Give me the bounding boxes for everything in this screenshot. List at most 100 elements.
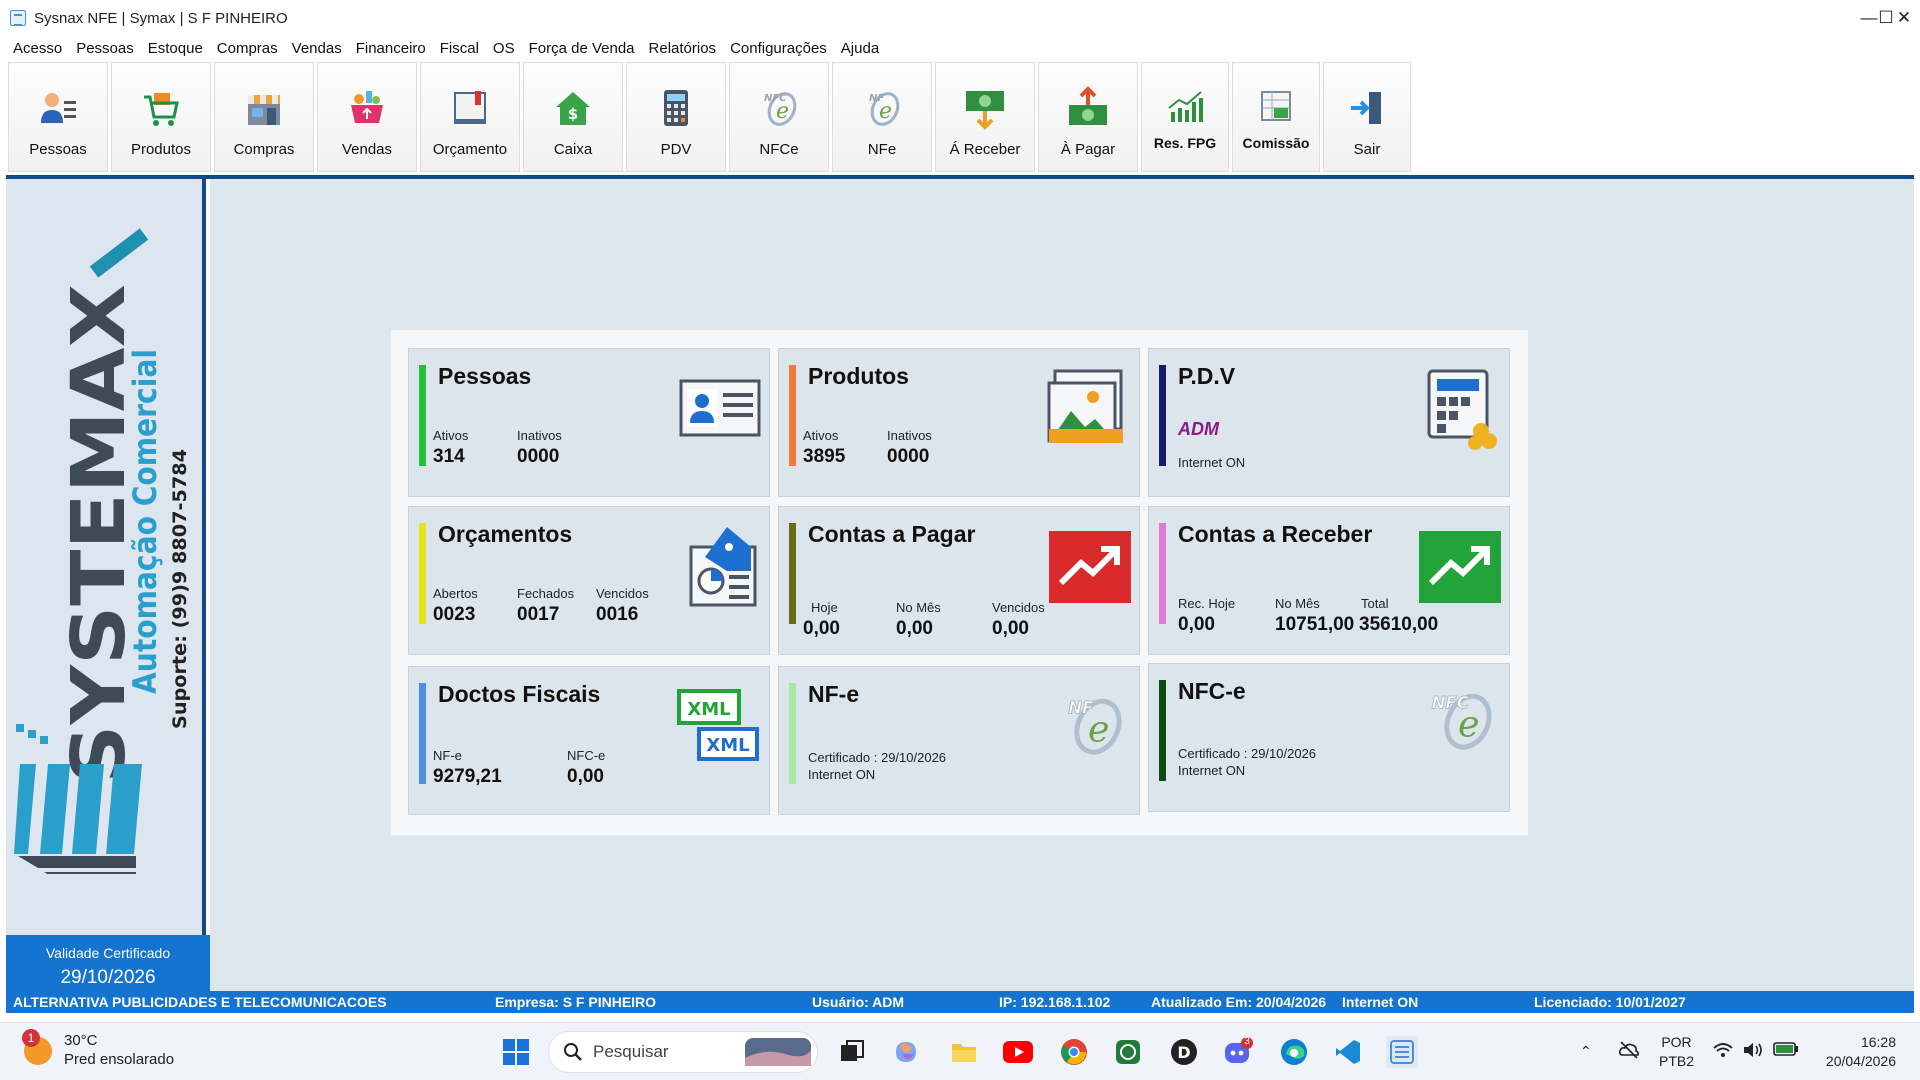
document-chart-icon [689,527,757,607]
toolbar-compras-label: Compras [233,141,295,158]
close-icon[interactable]: ✕ [1888,0,1920,36]
card-pessoas[interactable]: Pessoas Ativos 314 Inativos 0000 [408,348,770,497]
toolbar-comissao-button[interactable]: Comissão [1232,62,1320,172]
menu-financeiro[interactable]: Financeiro [349,40,433,57]
stat-label: Inativos [887,428,932,443]
card-contas-a-receber[interactable]: Contas a Receber Rec. Hoje 0,00 No Mês 1… [1148,506,1510,655]
stat-label: Ativos [433,428,469,443]
xml-files-icon: XML XML [677,689,759,761]
stat-label: NFC-e [567,748,606,763]
chrome-icon[interactable] [1058,1036,1090,1068]
menu-acesso[interactable]: Acesso [6,40,69,57]
stat-value: 0,00 [896,618,933,639]
toolbar-orcamento-label: Orçamento [432,141,508,158]
certificate-label: Validade Certificado [45,945,171,961]
discord-icon[interactable]: 3 [1222,1036,1254,1068]
weather-badge: 1 [22,1029,40,1047]
battery-icon[interactable] [1773,1042,1799,1059]
menu-forca-de-venda[interactable]: Força de Venda [522,40,642,57]
stat-label: Abertos [433,586,478,601]
task-view-icon[interactable] [836,1036,868,1068]
weather-widget[interactable]: 1 30°C Pred ensolarado [22,1029,175,1069]
taskbar-search-box[interactable]: Pesquisar [548,1031,818,1073]
stat-label: Total [1361,596,1389,611]
status-empresa: Empresa: S F PINHEIRO [495,994,657,1010]
card-title: Pessoas [438,363,532,389]
logo-support-text: Suporte: (99)9 8807-5784 [169,449,191,729]
clock[interactable]: 16:28 20/04/2026 [1816,1033,1896,1071]
menu-ajuda[interactable]: Ajuda [834,40,886,57]
toolbar-compras-button[interactable]: Compras [214,62,314,172]
menu-fiscal[interactable]: Fiscal [433,40,486,57]
card-nfce[interactable]: NFC-e Certificado : 29/10/2026 Internet … [1148,663,1510,812]
toolbar-a-receber-label: Á Receber [949,141,1021,158]
copilot-icon[interactable] [890,1036,922,1068]
menu-configuracoes[interactable]: Configurações [723,40,834,57]
logo-tagline-text: Automação Comercial [126,349,164,694]
toolbar-nfe-button[interactable]: NF e NFe [832,62,932,172]
file-explorer-icon[interactable] [948,1036,980,1068]
card-doctos-fiscais[interactable]: Doctos Fiscais NF-e 9279,21 NFC-e 0,00 X… [408,666,770,815]
card-title: Contas a Pagar [808,521,976,547]
pdv-user: ADM [1178,419,1219,439]
status-atualizado: Atualizado Em: 20/04/2026 [1151,994,1327,1010]
certificate-validity-box: Validade Certificado 29/10/2026 [6,935,210,991]
vscode-icon[interactable] [1332,1036,1364,1068]
volume-icon[interactable] [1742,1041,1764,1062]
menu-vendas[interactable]: Vendas [285,40,349,57]
edge-icon[interactable] [1278,1036,1310,1068]
youtube-icon[interactable] [1002,1036,1034,1068]
menu-relatorios[interactable]: Relatórios [642,40,724,57]
toolbar-pessoas-button[interactable]: Pessoas [8,62,108,172]
stat-label: Rec. Hoje [1178,596,1236,611]
toolbar-a-receber-button[interactable]: Á Receber [935,62,1035,172]
spreadsheet-icon [1253,83,1299,129]
discord-badge: 3 [1244,1036,1250,1047]
toolbar-sair-label: Sair [1353,141,1381,158]
toolbar-nfce-button[interactable]: NFC e NFCe [729,62,829,172]
toolbar-sair-button[interactable]: Sair [1323,62,1411,172]
stat-value: 0,00 [1178,614,1215,635]
calculator-icon [653,85,699,131]
stat-label: No Mês [1275,596,1320,611]
stat-value: 0023 [433,604,476,625]
toolbar-res-fpg-button[interactable]: Res. FPG [1141,62,1229,172]
keyboard-language[interactable]: POR PTB2 [1659,1033,1694,1071]
card-contas-a-pagar[interactable]: Contas a Pagar Hoje 0,00 No Mês 0,00 Ven… [778,506,1140,655]
sysnax-app-icon[interactable] [1386,1036,1418,1068]
card-accent-bar [789,523,796,624]
menu-compras[interactable]: Compras [210,40,285,57]
toolbar-vendas-button[interactable]: Vendas [317,62,417,172]
toolbar-orcamento-button[interactable]: Orçamento [420,62,520,172]
svg-text:e: e [1088,708,1110,751]
card-orcamentos[interactable]: Orçamentos Abertos 0023 Fechados 0017 Ve… [408,506,770,655]
trend-down-red-icon [1049,531,1131,603]
toolbar-a-pagar-label: À Pagar [1060,141,1116,158]
stat-value: 0016 [596,604,639,625]
toolbar: Pessoas Produtos Compras Vendas Orçament… [8,62,1414,172]
app-d-icon[interactable]: D [1168,1036,1200,1068]
wifi-icon[interactable] [1712,1041,1734,1062]
toolbar-caixa-button[interactable]: $ Caixa [523,62,623,172]
stat-value: 0,00 [803,618,840,639]
card-produtos[interactable]: Produtos Ativos 3895 Inativos 0000 [778,348,1140,497]
search-icon [564,1043,582,1061]
toolbar-produtos-button[interactable]: Produtos [111,62,211,172]
stat-value: 9279,21 [433,766,502,787]
stat-label: Fechados [517,586,575,601]
toolbar-pdv-button[interactable]: PDV [626,62,726,172]
card-pdv[interactable]: P.D.V ADM Internet ON [1148,348,1510,497]
menu-estoque[interactable]: Estoque [141,40,210,57]
menu-os[interactable]: OS [486,40,522,57]
id-card-icon [679,379,761,437]
cloud-offline-icon[interactable] [1618,1039,1640,1064]
menu-pessoas[interactable]: Pessoas [69,40,141,57]
whatsapp-icon[interactable] [1112,1036,1144,1068]
show-hidden-icons-chevron-icon[interactable]: ⌃ [1580,1043,1592,1060]
toolbar-a-pagar-button[interactable]: À Pagar [1038,62,1138,172]
windows-start-icon[interactable] [500,1036,532,1068]
card-nfe[interactable]: NF-e Certificado : 29/10/2026 Internet O… [778,666,1140,815]
status-usuario: Usuário: ADM [812,994,905,1010]
weather-desc: Pred ensolarado [64,1051,175,1068]
house-money-icon: $ [550,85,596,131]
